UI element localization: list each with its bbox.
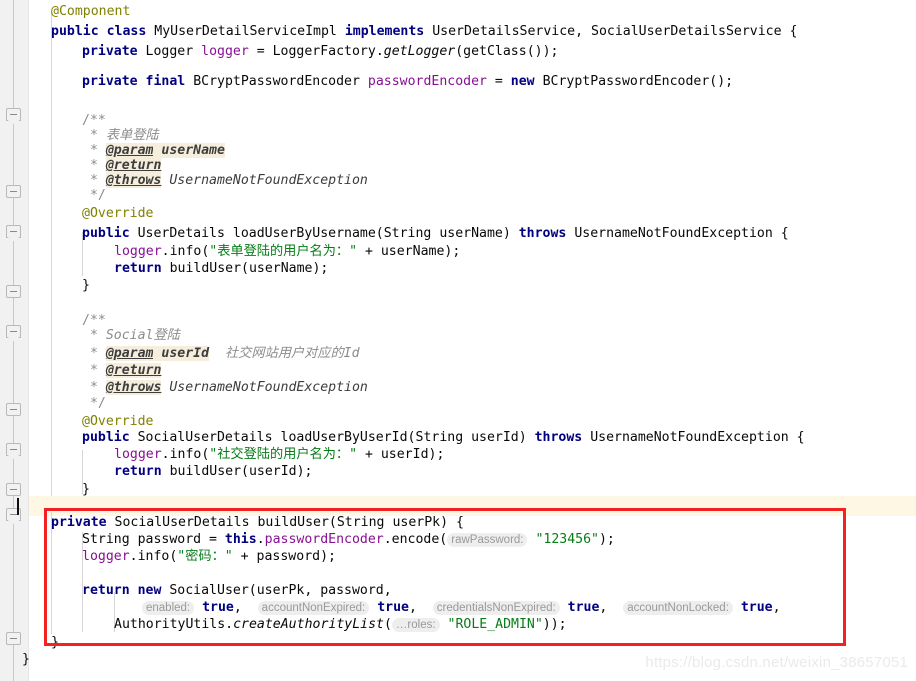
code-line[interactable]: return buildUser(userName); bbox=[114, 259, 328, 279]
code-line[interactable]: private Logger logger = LoggerFactory.ge… bbox=[82, 42, 558, 62]
param-hint-enabled: enabled: bbox=[142, 601, 195, 615]
code-line[interactable]: * @throws UsernameNotFoundException bbox=[82, 171, 368, 191]
code-line[interactable]: @Override bbox=[82, 204, 153, 224]
text-caret bbox=[17, 498, 19, 515]
fold-marker-javadoc-2-start[interactable] bbox=[6, 325, 21, 338]
code-editor[interactable]: @Component public class MyUserDetailServ… bbox=[0, 0, 916, 681]
code-line[interactable]: } bbox=[82, 480, 90, 500]
code-line[interactable]: logger.info("密码：" + password); bbox=[82, 547, 336, 567]
code-line[interactable]: * @throws UsernameNotFoundException bbox=[82, 378, 368, 398]
code-line[interactable]: } bbox=[22, 650, 30, 670]
code-surface[interactable]: @Component public class MyUserDetailServ… bbox=[17, 0, 916, 681]
code-line[interactable]: } bbox=[51, 633, 59, 653]
code-line[interactable]: } bbox=[82, 276, 90, 296]
annotation-component: @Component bbox=[51, 4, 131, 19]
code-line[interactable]: return buildUser(userId); bbox=[114, 462, 313, 482]
param-hint-roles: …roles: bbox=[391, 618, 440, 632]
code-line[interactable]: */ bbox=[82, 186, 106, 206]
code-line[interactable]: public UserDetails loadUserByUsername(St… bbox=[82, 224, 789, 244]
fold-marker-method-1-start[interactable] bbox=[6, 225, 21, 238]
editor-gutter bbox=[0, 0, 29, 681]
fold-marker-javadoc-1-start[interactable] bbox=[6, 108, 21, 121]
fold-marker-javadoc-1-end[interactable] bbox=[6, 185, 21, 198]
fold-marker-javadoc-2-end[interactable] bbox=[6, 403, 21, 416]
code-line[interactable]: private final BCryptPasswordEncoder pass… bbox=[82, 72, 733, 92]
fold-marker-method-2-end[interactable] bbox=[6, 483, 21, 496]
indent-guide bbox=[51, 12, 52, 496]
code-line[interactable]: */ bbox=[82, 394, 106, 414]
param-hint-rawpassword: rawPassword: bbox=[447, 533, 528, 547]
code-line[interactable]: * Social登陆 bbox=[82, 326, 180, 346]
fold-marker-method-3-end[interactable] bbox=[6, 632, 21, 645]
param-hint-accountnonexpired: accountNonExpired: bbox=[257, 601, 370, 615]
code-line[interactable]: AuthorityUtils.createAuthorityList(…role… bbox=[114, 615, 567, 635]
watermark-url: https://blog.csdn.net/weixin_38657051 bbox=[645, 654, 908, 671]
fold-marker-method-2-start[interactable] bbox=[6, 443, 21, 456]
code-line[interactable]: @Component bbox=[51, 2, 130, 22]
code-line[interactable]: public class MyUserDetailServiceImpl imp… bbox=[51, 22, 797, 42]
param-hint-accountnonlocked: accountNonLocked: bbox=[623, 601, 733, 615]
fold-marker-method-1-end[interactable] bbox=[6, 285, 21, 298]
param-hint-credentialsnonexpired: credentialsNonExpired: bbox=[432, 601, 560, 615]
